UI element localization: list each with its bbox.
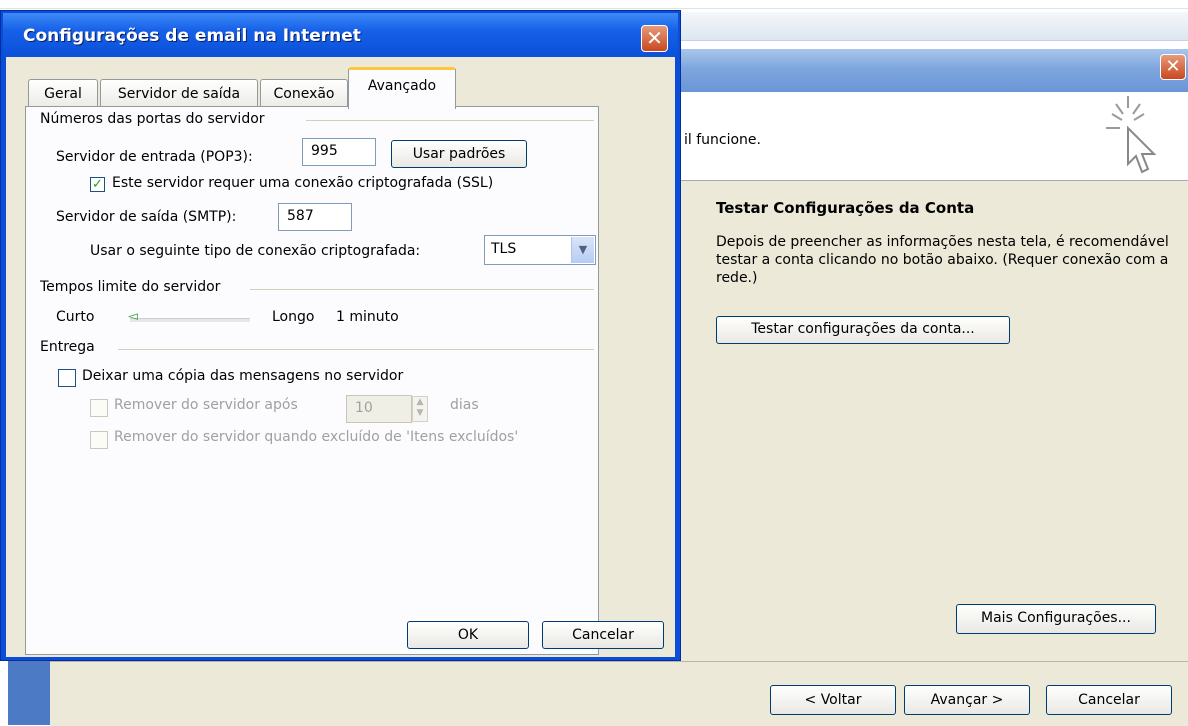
- background-toolbar-strip: [680, 12, 1188, 41]
- left-color-stripe: [8, 661, 50, 725]
- cursor-sparkle-icon: [1106, 96, 1157, 174]
- header-partial-text: il funcione.: [684, 132, 761, 148]
- more-settings-button[interactable]: Mais Configurações...: [956, 604, 1156, 634]
- delivery-divider: [118, 349, 594, 350]
- days-label: dias: [450, 397, 479, 413]
- timeout-short-label: Curto: [56, 309, 95, 325]
- delivery-group-label: Entrega: [40, 339, 95, 355]
- outgoing-port-field[interactable]: 587: [278, 203, 352, 231]
- next-button[interactable]: Avançar >: [904, 685, 1030, 715]
- leave-copy-label: Deixar uma cópia das mensagens no servid…: [82, 368, 404, 384]
- timeouts-divider: [250, 289, 594, 290]
- wizard-cancel-button[interactable]: Cancelar: [1046, 685, 1172, 715]
- server-ports-group-label: Números das portas do servidor: [40, 111, 265, 127]
- tab-conexao[interactable]: Conexão: [260, 79, 348, 107]
- dialog-cancel-button[interactable]: Cancelar: [542, 621, 664, 649]
- tab-geral[interactable]: Geral: [28, 79, 98, 107]
- tab-avancado[interactable]: Avançado: [348, 67, 456, 109]
- incoming-port-label: Servidor de entrada (POP3):: [56, 149, 253, 165]
- remove-when-deleted-checkbox[interactable]: [90, 431, 108, 449]
- dialog-close-button[interactable]: ✕: [641, 25, 668, 52]
- ssl-checkbox[interactable]: ✓: [90, 177, 105, 192]
- remove-after-days-field[interactable]: 10: [346, 395, 412, 423]
- dialog-client-area: Geral Servidor de saída Conexão Avançado…: [6, 57, 675, 657]
- days-stepper[interactable]: ▲ ▼: [412, 396, 428, 422]
- timeouts-group-label: Tempos limite do servidor: [40, 279, 221, 295]
- encryption-type-select[interactable]: TLS ▼: [484, 235, 596, 265]
- encryption-type-label: Usar o seguinte tipo de conexão criptogr…: [90, 243, 421, 259]
- background-titlebar: [680, 49, 1188, 92]
- remove-after-checkbox[interactable]: [90, 399, 108, 417]
- test-settings-title: Testar Configurações da Conta: [716, 199, 975, 217]
- ok-button[interactable]: OK: [407, 621, 529, 649]
- dialog-titlebar: Configurações de email na Internet ✕: [3, 13, 678, 57]
- timeout-value-label: 1 minuto: [336, 309, 399, 325]
- chevron-down-icon[interactable]: ▼: [571, 237, 594, 263]
- leave-copy-checkbox[interactable]: [58, 369, 76, 387]
- use-defaults-button[interactable]: Usar padrões: [391, 140, 527, 168]
- background-close-button[interactable]: ✕: [1160, 54, 1186, 80]
- internet-email-settings-dialog: Configurações de email na Internet ✕ Ger…: [0, 10, 681, 661]
- timeout-long-label: Longo: [272, 309, 315, 325]
- outgoing-port-label: Servidor de saída (SMTP):: [56, 209, 237, 225]
- test-settings-description: Depois de preencher as informações nesta…: [716, 234, 1169, 286]
- dialog-title: Configurações de email na Internet: [23, 26, 361, 46]
- incoming-port-field[interactable]: 995: [302, 138, 376, 166]
- top-divider: [0, 8, 1188, 9]
- encryption-type-value: TLS: [491, 241, 517, 257]
- remove-when-deleted-label: Remover do servidor quando excluído de '…: [114, 429, 519, 445]
- server-ports-divider: [306, 120, 594, 121]
- tab-servidor-de-saida[interactable]: Servidor de saída: [100, 79, 258, 107]
- timeout-slider-track[interactable]: [130, 318, 250, 322]
- back-button[interactable]: < Voltar: [770, 685, 896, 715]
- remove-after-label: Remover do servidor após: [114, 397, 298, 413]
- timeout-slider-thumb[interactable]: ◅: [128, 310, 142, 324]
- ssl-checkbox-label: Este servidor requer uma conexão criptog…: [112, 175, 494, 191]
- test-account-button[interactable]: Testar configurações da conta...: [716, 316, 1010, 344]
